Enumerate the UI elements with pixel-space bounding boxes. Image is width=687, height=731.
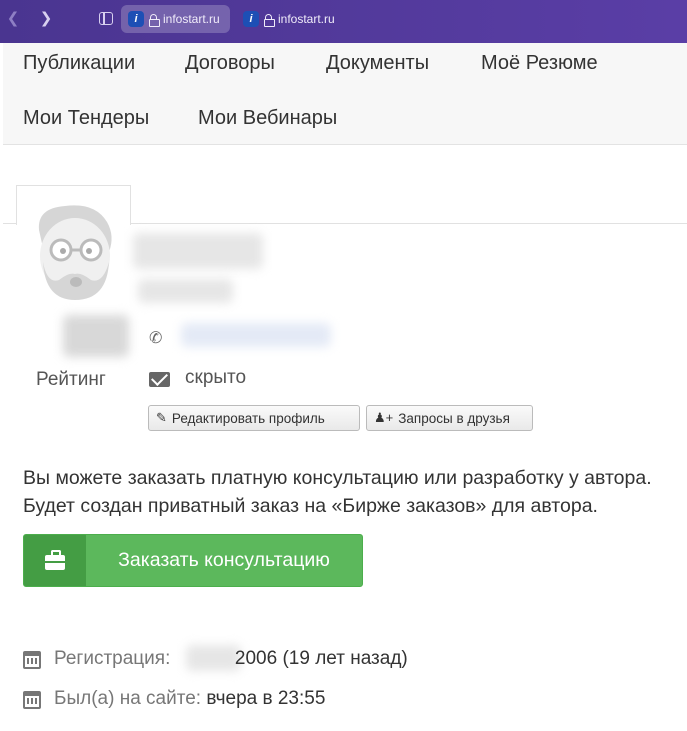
forward-icon[interactable]: ❯: [36, 9, 56, 29]
briefcase-icon: [45, 549, 65, 570]
calendar-icon: [23, 651, 41, 669]
menu-item-resume[interactable]: Моё Резюме: [481, 52, 598, 75]
profile-menu: Публикации Договоры Документы Моё Резюме…: [3, 43, 687, 145]
order-icon-box: [24, 535, 86, 586]
last-seen-label: Был(а) на сайте:: [54, 688, 202, 709]
email-hidden: скрыто: [185, 367, 247, 388]
envelope-icon: [149, 372, 170, 387]
friend-requests-label: Запросы в друзья: [398, 410, 510, 426]
menu-item-documents[interactable]: Документы: [326, 52, 429, 75]
order-consultation-label: Заказать консультацию: [118, 549, 330, 571]
menu-item-contracts[interactable]: Договоры: [185, 52, 275, 75]
consultation-line-1: Вы можете заказать платную консультацию …: [23, 467, 652, 489]
menu-item-webinars[interactable]: Мои Вебинары: [198, 107, 337, 130]
rating-label: Рейтинг: [36, 369, 106, 390]
consultation-text: Вы можете заказать платную консультацию …: [23, 464, 652, 520]
calendar-icon: [23, 691, 41, 709]
blurred-phone: [181, 323, 331, 347]
edit-profile-button[interactable]: ✎ Редактировать профиль: [148, 405, 360, 431]
infostart-favicon-icon: i: [243, 11, 259, 27]
edit-profile-label: Редактировать профиль: [171, 410, 325, 426]
menu-item-tenders[interactable]: Мои Тендеры: [23, 107, 149, 130]
browser-tab[interactable]: i infostart.ru: [236, 5, 356, 33]
infostart-favicon-icon: i: [128, 11, 144, 27]
blurred-rating: [63, 315, 129, 357]
registration-value: 2006 (19 лет назад): [234, 648, 408, 669]
last-seen-value: вчера в 23:55: [206, 688, 326, 709]
back-icon[interactable]: ❮: [3, 9, 23, 29]
browser-tab-bar: ❮ ❯ i infostart.ru i infostart.ru: [0, 0, 687, 43]
lock-icon: [264, 13, 275, 27]
page: Публикации Договоры Документы Моё Резюме…: [3, 43, 687, 731]
registration-label: Регистрация:: [54, 648, 171, 669]
friend-requests-button[interactable]: ♟+ Запросы в друзья: [366, 405, 533, 431]
consultation-line-2: Будет создан приватный заказ на «Бирже з…: [23, 495, 598, 517]
tab-title: infostart.ru: [163, 12, 220, 26]
avatar: [38, 205, 112, 300]
registration-row: Регистрация: 2006 (19 лет назад): [54, 648, 408, 670]
blurred-subtitle: [138, 279, 233, 303]
sidebar-toggle-icon[interactable]: [99, 12, 113, 25]
browser-tab-active[interactable]: i infostart.ru: [121, 5, 230, 33]
blurred-name: [133, 233, 263, 269]
menu-item-publications[interactable]: Публикации: [23, 52, 135, 75]
last-seen-row: Был(а) на сайте: вчера в 23:55: [54, 688, 325, 710]
order-consultation-button[interactable]: Заказать консультацию: [23, 534, 363, 587]
phone-icon: ✆: [149, 330, 163, 347]
tab-title: infostart.ru: [278, 12, 335, 26]
user-plus-icon: ♟+: [374, 410, 394, 425]
lock-icon: [149, 13, 160, 27]
edit-icon: ✎: [156, 410, 167, 425]
